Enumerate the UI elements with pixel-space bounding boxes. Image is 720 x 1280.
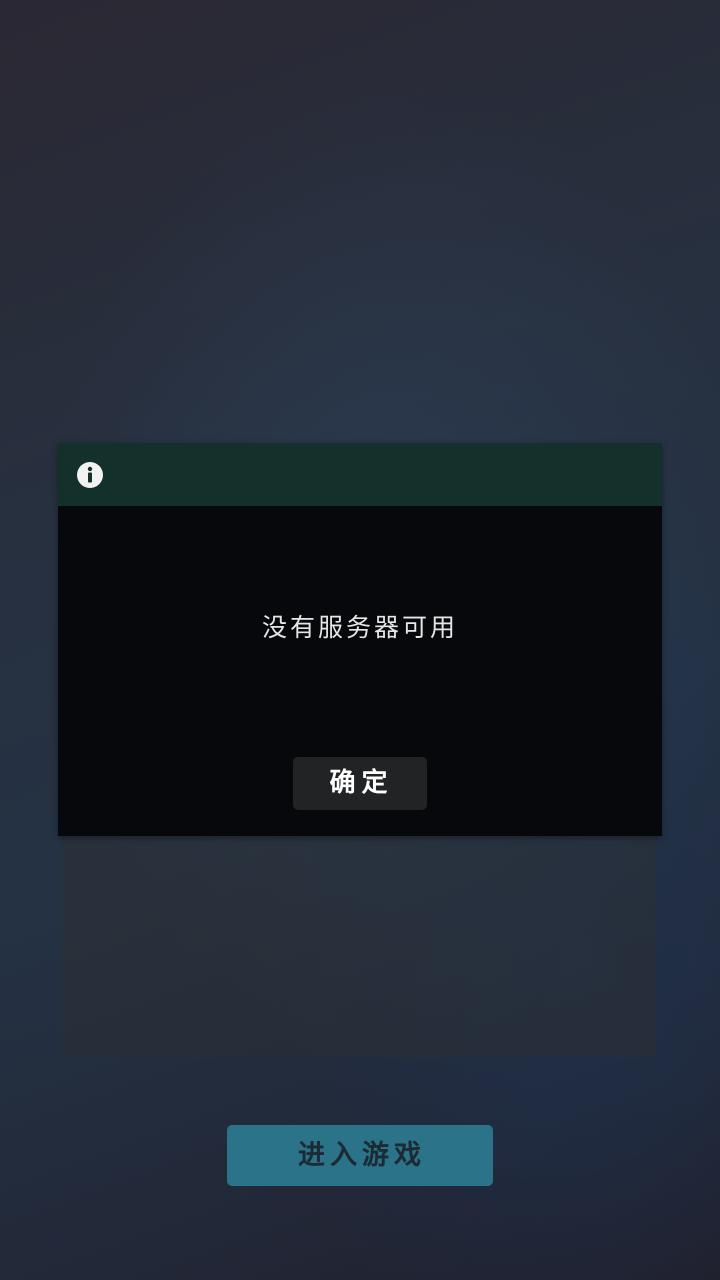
alert-dialog: 没有服务器可用 确定 [58, 443, 662, 836]
enter-game-button[interactable]: 进入游戏 [227, 1125, 493, 1186]
info-icon [77, 462, 103, 488]
dialog-message: 没有服务器可用 [261, 613, 458, 642]
confirm-button[interactable]: 确定 [293, 757, 427, 810]
background-panel [62, 836, 656, 1057]
dialog-header [58, 443, 662, 506]
app-screen: { "dialog": { "header_icon": "info-icon"… [0, 0, 720, 1280]
